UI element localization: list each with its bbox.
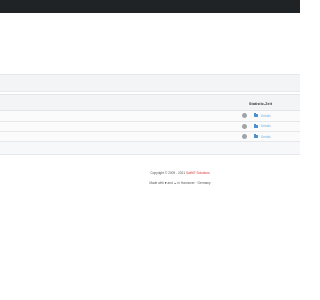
row-details-link[interactable]: Details (261, 114, 271, 118)
toolbar-band (0, 74, 300, 92)
heart-icon: ♥ (164, 181, 167, 185)
made-with-text: Made with (149, 181, 164, 185)
page-footer: Copyright © 2009 - 2021 SwiftIT Solution… (0, 171, 300, 185)
status-indicator-icon (242, 123, 247, 129)
top-navigation-bar (0, 0, 300, 13)
copyright-text: Copyright © 2009 - 2021 (150, 171, 186, 175)
coffee-icon: ☕ (173, 181, 177, 185)
table-header: Statistic-Zeit (0, 94, 300, 111)
status-indicator-icon (242, 134, 247, 139)
table-footer-band (0, 141, 300, 155)
row-details-link[interactable]: Details (261, 124, 271, 128)
table-row: Details (0, 121, 300, 132)
folder-icon[interactable] (254, 123, 258, 128)
and-text: and (167, 181, 173, 185)
made-with-line: Made with ♥ and ☕ in Hannover · Germany (60, 181, 300, 185)
status-indicator-icon (242, 113, 247, 118)
row-details-link[interactable]: Details (261, 135, 271, 139)
statistics-table: Statistic-Zeit Details Details Details (0, 94, 300, 143)
table-row: Details (0, 111, 300, 122)
folder-icon[interactable] (254, 113, 258, 117)
copyright-line: Copyright © 2009 - 2021 SwiftIT Solution… (60, 171, 300, 175)
location-text: in Hannover · Germany (177, 181, 211, 185)
column-header-statistic-time[interactable]: Statistic-Zeit (249, 102, 272, 106)
folder-icon[interactable] (254, 134, 258, 138)
brand-link[interactable]: SwiftIT Solutions (186, 171, 210, 175)
